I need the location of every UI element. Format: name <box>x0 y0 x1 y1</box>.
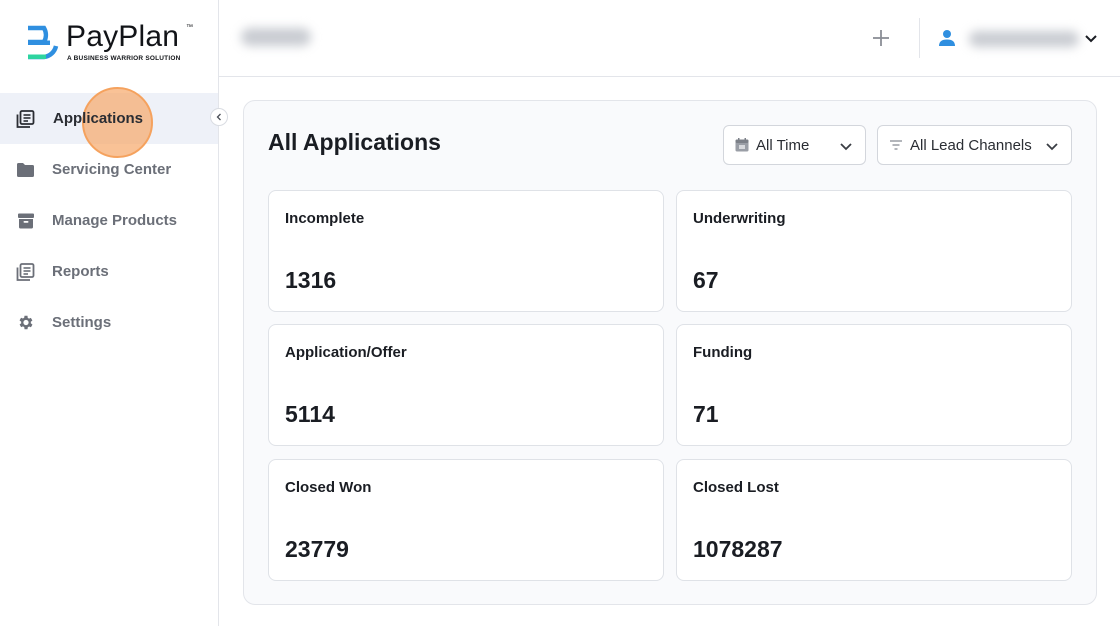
sidebar-item-label: Servicing Center <box>52 161 172 178</box>
page-title: All Applications <box>268 129 441 155</box>
archive-box-icon <box>16 211 35 230</box>
sidebar-collapse-button[interactable] <box>210 108 228 126</box>
calendar-icon <box>735 138 749 152</box>
status-card-label: Application/Offer <box>285 344 407 361</box>
status-card-label: Funding <box>693 344 753 361</box>
status-card-label: Incomplete <box>285 210 365 227</box>
status-card-count: 23779 <box>285 536 349 562</box>
payplan-logo[interactable]: PayPlan ™ A BUSINESS WARRIOR SOLUTION <box>26 20 206 66</box>
reports-icon <box>16 262 35 281</box>
top-bar <box>219 0 1120 77</box>
sidebar-item-label: Settings <box>52 314 112 331</box>
chevron-down-icon <box>840 143 852 151</box>
filter-lines-icon <box>890 140 902 150</box>
applications-panel: All Applications All Time All Lead Chann… <box>243 100 1097 605</box>
user-name-redacted <box>969 31 1079 47</box>
applications-icon <box>16 109 35 128</box>
sidebar-item-label: Applications <box>53 110 144 127</box>
plus-icon <box>873 30 889 46</box>
add-button[interactable] <box>867 24 895 52</box>
sidebar-item-manage-products[interactable]: Manage Products <box>0 195 218 246</box>
sidebar-nav: Applications Servicing Center Manage Pro… <box>0 93 218 348</box>
sidebar-item-settings[interactable]: Settings <box>0 297 218 348</box>
brand-trademark: ™ <box>186 24 193 31</box>
lead-channel-filter-dropdown[interactable]: All Lead Channels <box>877 125 1072 165</box>
folder-icon <box>16 160 35 179</box>
status-card-incomplete[interactable]: Incomplete 1316 <box>268 190 664 312</box>
sidebar-item-label: Reports <box>52 263 109 280</box>
brand-tagline: A BUSINESS WARRIOR SOLUTION <box>67 55 181 62</box>
lead-channel-filter-value: All Lead Channels <box>910 136 1032 154</box>
chevron-down-icon <box>1085 35 1097 43</box>
sidebar: PayPlan ™ A BUSINESS WARRIOR SOLUTION Ap… <box>0 0 219 626</box>
status-card-label: Closed Lost <box>693 479 779 496</box>
status-card-application-offer[interactable]: Application/Offer 5114 <box>268 324 664 446</box>
user-menu-button[interactable] <box>935 22 1105 54</box>
sidebar-item-label: Manage Products <box>52 212 178 229</box>
page-title-redacted <box>241 28 311 46</box>
status-card-closed-won[interactable]: Closed Won 23779 <box>268 459 664 581</box>
status-card-underwriting[interactable]: Underwriting 67 <box>676 190 1072 312</box>
brand-name: PayPlan <box>66 20 180 53</box>
payplan-logo-mark-icon <box>28 25 59 60</box>
gear-icon <box>16 313 35 332</box>
status-card-count: 67 <box>693 267 719 293</box>
sidebar-item-servicing-center[interactable]: Servicing Center <box>0 144 218 195</box>
header-divider <box>919 18 920 58</box>
status-card-count: 1078287 <box>693 536 783 562</box>
status-card-count: 1316 <box>285 267 337 293</box>
chevron-left-icon <box>216 113 221 121</box>
status-card-count: 71 <box>693 401 719 427</box>
status-card-count: 5114 <box>285 401 335 427</box>
status-card-label: Closed Won <box>285 479 372 496</box>
sidebar-item-applications[interactable]: Applications <box>0 93 218 144</box>
user-icon <box>939 30 955 46</box>
sidebar-item-reports[interactable]: Reports <box>0 246 218 297</box>
status-card-label: Underwriting <box>693 210 786 227</box>
chevron-down-icon <box>1046 143 1058 151</box>
status-card-closed-lost[interactable]: Closed Lost 1078287 <box>676 459 1072 581</box>
time-filter-value: All Time <box>756 136 810 154</box>
time-filter-dropdown[interactable]: All Time <box>723 125 866 165</box>
status-card-funding[interactable]: Funding 71 <box>676 324 1072 446</box>
